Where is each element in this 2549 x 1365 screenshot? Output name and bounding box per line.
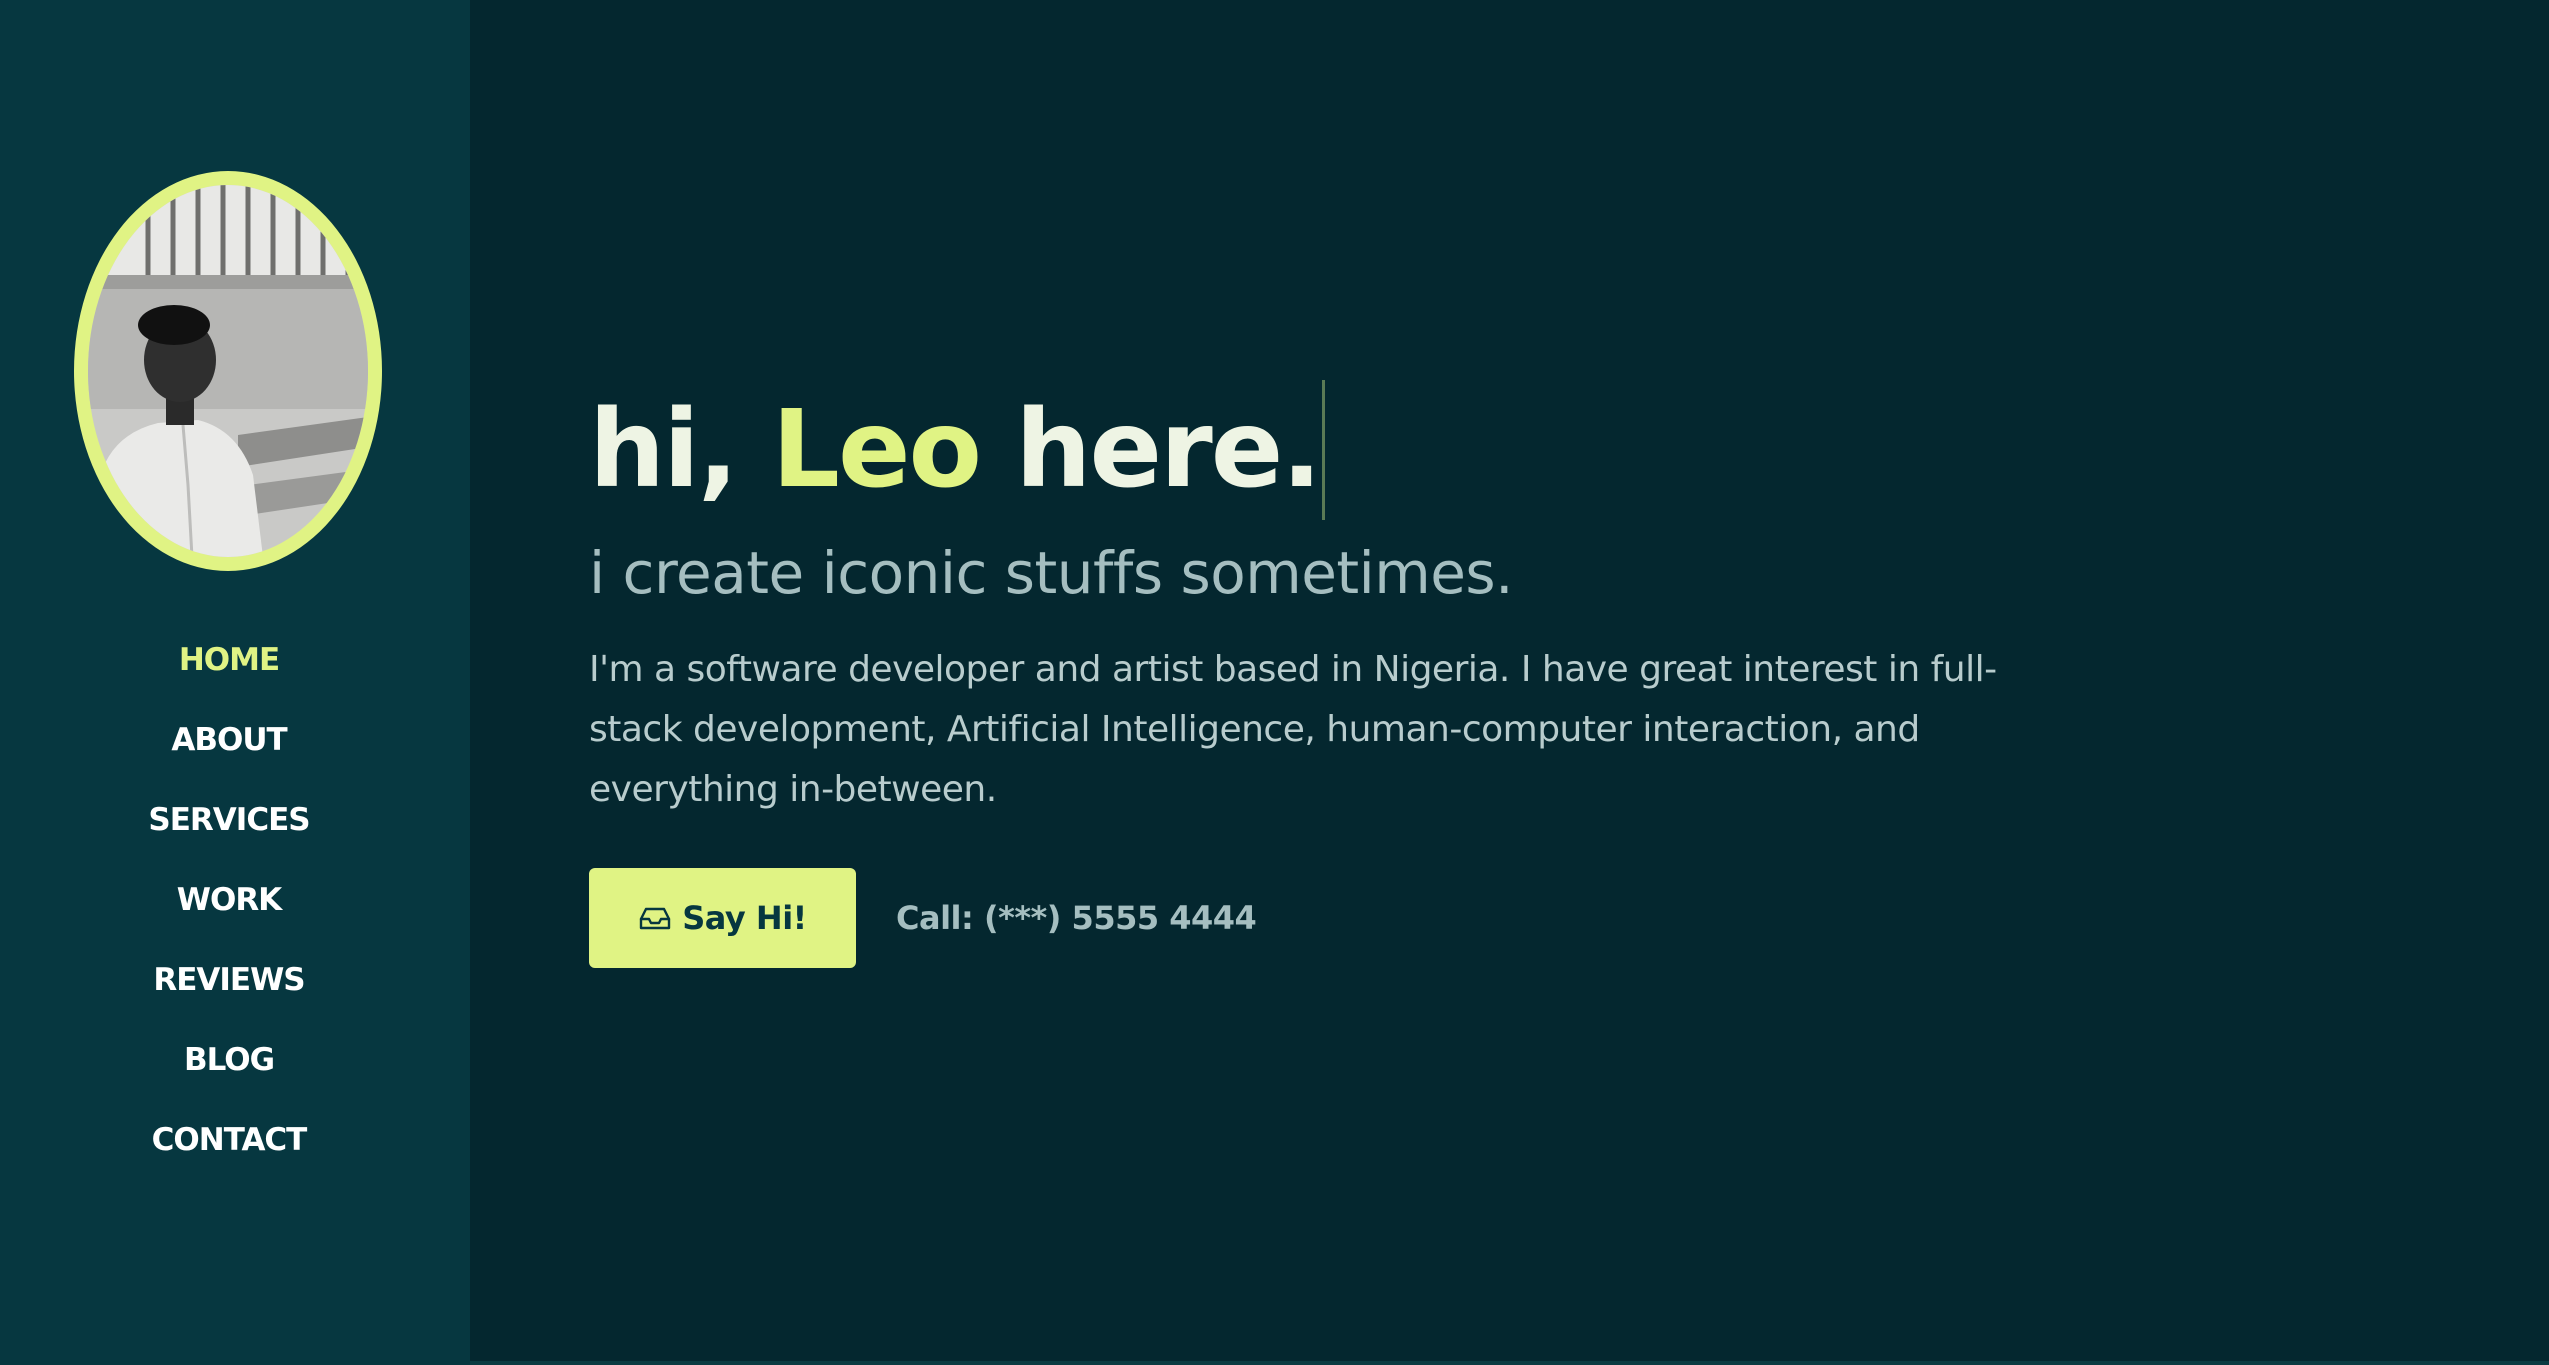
nav-link-reviews[interactable]: REVIEWS [153, 960, 305, 1000]
say-hi-label: Say Hi! [682, 899, 807, 937]
hero-tagline: i create iconic stuffs sometimes. [589, 539, 1514, 607]
greeting-suffix: here. [980, 388, 1322, 512]
call-text: Call: (***) 5555 4444 [896, 899, 1257, 937]
nav-item-home: HOME [0, 640, 458, 720]
nav-item-reviews: REVIEWS [0, 960, 458, 1040]
avatar-photo [88, 185, 368, 557]
say-hi-button[interactable]: Say Hi! [589, 868, 856, 968]
nav-item-contact: CONTACT [0, 1120, 458, 1200]
avatar [74, 171, 382, 571]
nav-link-services[interactable]: SERVICES [148, 800, 310, 840]
sidebar-nav: HOME ABOUT SERVICES WORK REVIEWS BLOG CO… [0, 640, 458, 1200]
hero-section: hi, Leo here. i create iconic stuffs som… [589, 0, 2489, 1365]
typing-cursor [1322, 380, 1326, 520]
nav-link-about[interactable]: ABOUT [171, 720, 287, 760]
nav-item-blog: BLOG [0, 1040, 458, 1120]
nav-link-contact[interactable]: CONTACT [152, 1120, 308, 1160]
bottom-divider [470, 1361, 2549, 1365]
hero-bio: I'm a software developer and artist base… [589, 649, 1997, 810]
nav-link-work[interactable]: WORK [177, 880, 282, 920]
nav-link-home[interactable]: HOME [179, 640, 280, 680]
nav-link-blog[interactable]: BLOG [184, 1040, 275, 1080]
nav-item-services: SERVICES [0, 800, 458, 880]
nav-item-about: ABOUT [0, 720, 458, 800]
hero-name: Leo [771, 388, 982, 512]
nav-item-work: WORK [0, 880, 458, 960]
greeting-prefix: hi, [589, 388, 772, 512]
hero-headline: hi, Leo here. [589, 380, 1326, 520]
sidebar: HOME ABOUT SERVICES WORK REVIEWS BLOG CO… [0, 0, 470, 1365]
hero-actions: Say Hi! Call: (***) 5555 4444 [589, 868, 1257, 968]
inbox-icon [640, 907, 671, 930]
